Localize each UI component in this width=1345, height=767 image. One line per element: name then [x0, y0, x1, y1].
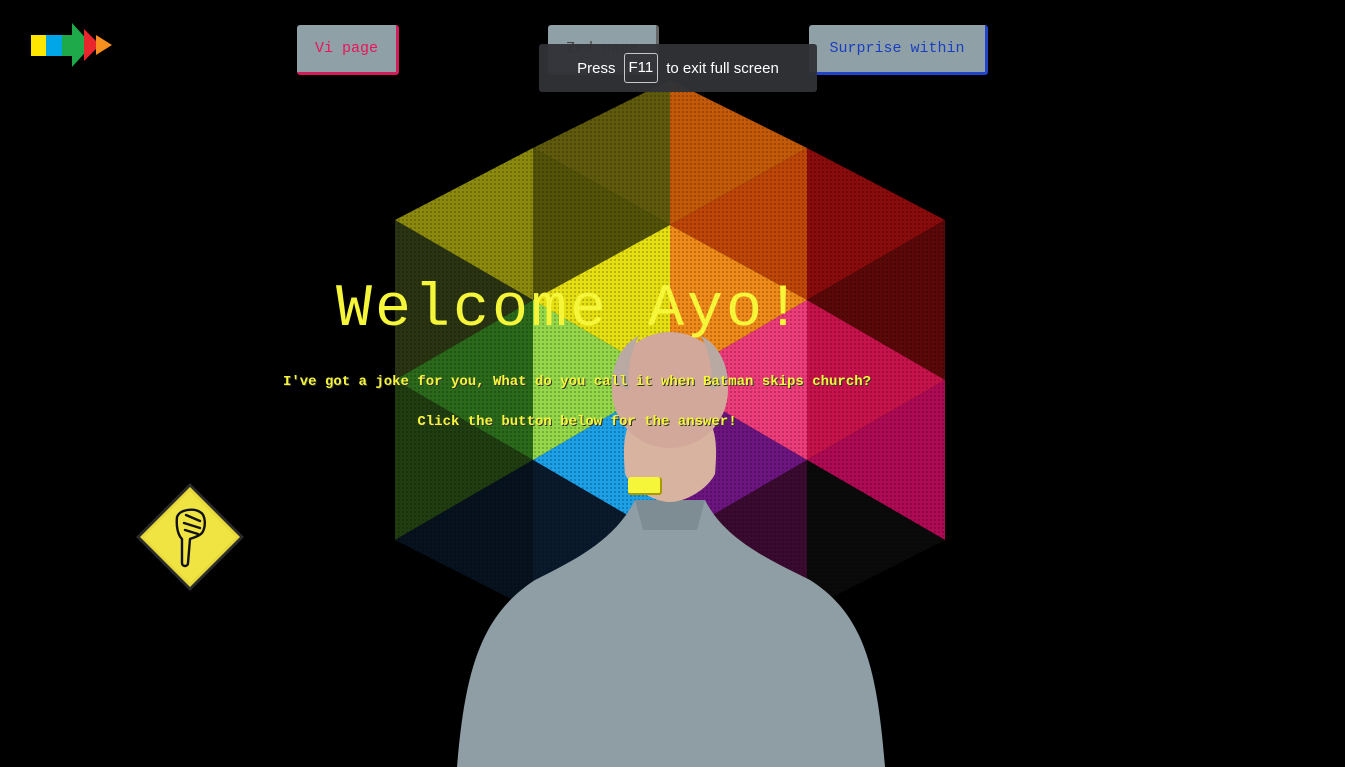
vi-page-button[interactable]: Vi page: [297, 25, 399, 75]
color-arrow-logo-icon[interactable]: [30, 22, 114, 68]
joke-text: I've got a joke for you, What do you cal…: [282, 374, 872, 390]
toast-prefix: Press: [577, 59, 616, 77]
fullscreen-toast: Press F11 to exit full screen: [539, 44, 817, 92]
surprise-within-button[interactable]: Surprise within: [809, 25, 988, 75]
answer-button[interactable]: [628, 477, 662, 495]
hint-text: Click the button below for the answer!: [417, 414, 737, 430]
pointing-hand-down-sign-icon: [136, 483, 244, 591]
f11-key: F11: [623, 53, 659, 83]
toast-suffix: to exit full screen: [666, 59, 779, 77]
welcome-heading: Welcome Ayo!: [335, 276, 805, 344]
